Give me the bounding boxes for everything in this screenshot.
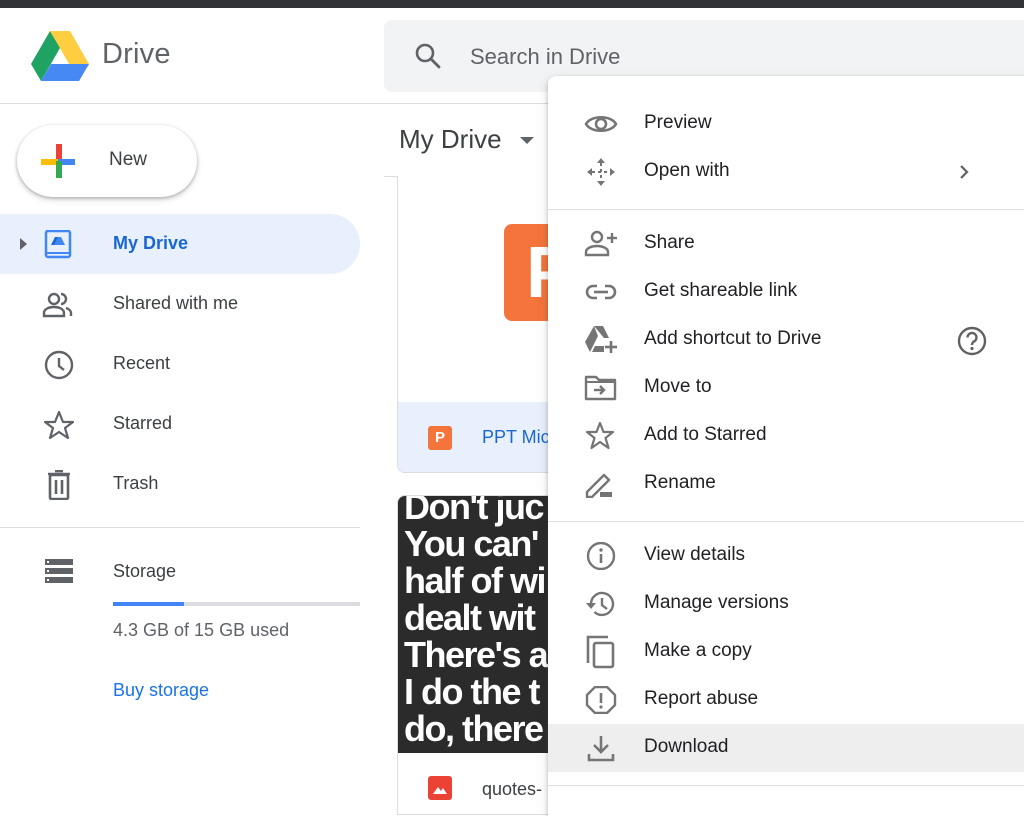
menu-item-label: Share	[644, 232, 695, 253]
sidebar-item-recent[interactable]: Recent	[0, 334, 360, 394]
menu-item-label: Get shareable link	[644, 280, 798, 301]
sidebar-item-label: Shared with me	[113, 293, 239, 313]
search-icon[interactable]	[414, 42, 442, 70]
menu-item-label: Move to	[644, 376, 712, 397]
storage-used-text: 4.3 GB of 15 GB used	[113, 620, 290, 640]
buy-storage-link[interactable]: Buy storage	[113, 680, 209, 701]
search-input[interactable]: Search in Drive	[470, 44, 620, 70]
storage-label: Storage	[113, 561, 177, 581]
menu-item-preview[interactable]: Preview	[548, 100, 1024, 148]
menu-item-report-abuse[interactable]: Report abuse	[548, 676, 1024, 724]
menu-item-label: Rename	[644, 472, 716, 493]
file-name: PPT Mic	[482, 427, 550, 447]
menu-item-label: Download	[644, 736, 729, 757]
report-icon	[584, 686, 618, 714]
file-name: quotes-	[482, 779, 543, 799]
trash-icon	[42, 470, 74, 500]
menu-divider	[548, 209, 1024, 210]
pencil-icon	[584, 470, 618, 498]
menu-item-share[interactable]: Share	[548, 220, 1024, 268]
menu-item-download[interactable]: Download	[548, 724, 1024, 772]
my-drive-icon	[42, 230, 74, 260]
sidebar-divider	[0, 527, 360, 528]
storage-usage-bar	[113, 602, 360, 606]
sidebar-item-label: My Drive	[113, 233, 189, 253]
menu-item-move-to[interactable]: Move to	[548, 364, 1024, 412]
image-file-icon	[428, 776, 452, 800]
history-icon	[584, 590, 618, 618]
info-icon	[584, 542, 618, 570]
menu-item-label: View details	[644, 544, 746, 565]
sidebar-item-label: Trash	[113, 473, 159, 493]
menu-item-label: Manage versions	[644, 592, 789, 613]
menu-item-label: Preview	[644, 112, 712, 133]
menu-item-manage-versions[interactable]: Manage versions	[548, 580, 1024, 628]
menu-item-label: Add to Starred	[644, 424, 767, 445]
sidebar-item-label: Recent	[113, 353, 171, 373]
person-add-icon	[584, 230, 618, 258]
sidebar-item-trash[interactable]: Trash	[0, 454, 360, 514]
breadcrumb-my-drive[interactable]: My Drive	[399, 124, 502, 155]
menu-item-add-shortcut[interactable]: Add shortcut to Drive	[548, 316, 1024, 364]
drive-add-icon	[584, 326, 618, 354]
menu-item-view-details[interactable]: View details	[548, 532, 1024, 580]
menu-item-make-a-copy[interactable]: Make a copy	[548, 628, 1024, 676]
star-icon	[42, 410, 74, 440]
copy-icon	[584, 635, 618, 669]
menu-item-add-to-starred[interactable]: Add to Starred	[548, 412, 1024, 460]
menu-divider	[548, 785, 1024, 786]
link-icon	[584, 278, 618, 306]
new-button-label: New	[109, 149, 148, 170]
people-icon	[42, 290, 74, 320]
menu-item-label: Add shortcut to Drive	[644, 328, 822, 349]
browser-top-strip	[0, 0, 1024, 8]
menu-item-label: Report abuse	[644, 688, 759, 709]
menu-item-open-with[interactable]: Open with	[548, 148, 1024, 196]
sidebar-item-my-drive[interactable]: My Drive	[0, 214, 360, 274]
sidebar-item-label: Starred	[113, 413, 173, 433]
move-arrows-icon	[584, 158, 618, 186]
menu-item-label: Make a copy	[644, 640, 752, 661]
drive-logo-icon[interactable]	[31, 31, 89, 81]
plus-icon	[39, 142, 77, 180]
menu-item-label: Open with	[644, 160, 730, 181]
sidebar-item-shared-with-me[interactable]: Shared with me	[0, 274, 360, 334]
help-icon[interactable]	[956, 325, 988, 357]
sidebar-item-starred[interactable]: Starred	[0, 394, 360, 454]
clock-icon	[42, 350, 74, 380]
app-name: Drive	[102, 38, 171, 70]
menu-item-get-shareable-link[interactable]: Get shareable link	[548, 268, 1024, 316]
expand-caret-icon[interactable]	[20, 238, 27, 250]
sidebar-nav: My Drive Shared with me Recent Starred T…	[0, 214, 360, 514]
context-menu: Preview Open with Share Get shareable li…	[548, 76, 1024, 816]
new-button[interactable]: New	[17, 125, 197, 197]
storage-usage-fill	[113, 602, 184, 606]
breadcrumb-dropdown-icon[interactable]	[520, 137, 534, 144]
menu-divider	[548, 521, 1024, 522]
chevron-right-icon	[956, 162, 972, 182]
download-icon	[584, 734, 618, 762]
storage-icon	[45, 559, 73, 583]
menu-item-rename[interactable]: Rename	[548, 460, 1024, 508]
powerpoint-icon: P	[428, 426, 452, 450]
folder-move-icon	[584, 374, 618, 402]
eye-icon	[584, 110, 618, 138]
star-icon	[584, 422, 618, 450]
